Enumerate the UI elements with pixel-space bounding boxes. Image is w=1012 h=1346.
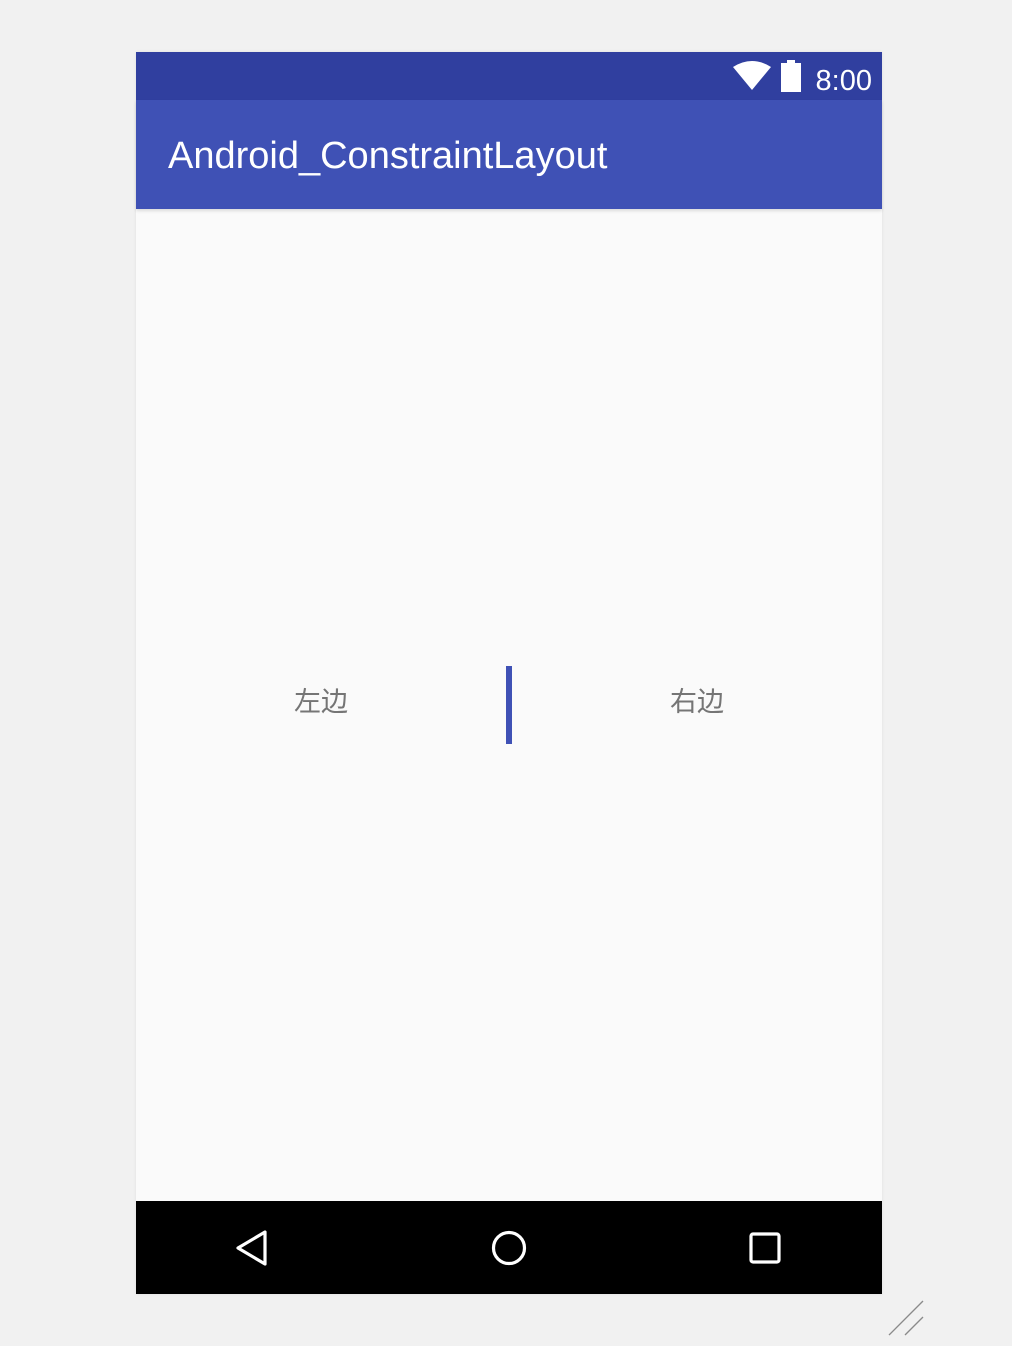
- recents-button[interactable]: [705, 1201, 825, 1294]
- navigation-bar: [136, 1201, 882, 1294]
- device-screen: 8:00 Android_ConstraintLayout 左边 右边: [136, 52, 882, 1294]
- app-title: Android_ConstraintLayout: [168, 135, 608, 177]
- battery-icon: [781, 60, 801, 92]
- back-button[interactable]: [192, 1201, 312, 1294]
- app-bar: Android_ConstraintLayout: [136, 100, 882, 209]
- wifi-icon: [733, 61, 771, 90]
- resize-handle-icon[interactable]: [886, 1298, 926, 1338]
- recents-square-icon: [749, 1231, 781, 1264]
- constraint-layout-content: 左边 右边: [136, 209, 882, 1201]
- home-button[interactable]: [449, 1201, 569, 1294]
- status-bar: 8:00: [136, 52, 882, 100]
- home-circle-icon: [491, 1230, 527, 1265]
- status-time: 8:00: [815, 65, 872, 97]
- right-text-view: 右边: [670, 687, 724, 718]
- back-triangle-icon: [236, 1229, 267, 1266]
- vertical-divider: [506, 666, 512, 744]
- left-text-view: 左边: [294, 687, 348, 718]
